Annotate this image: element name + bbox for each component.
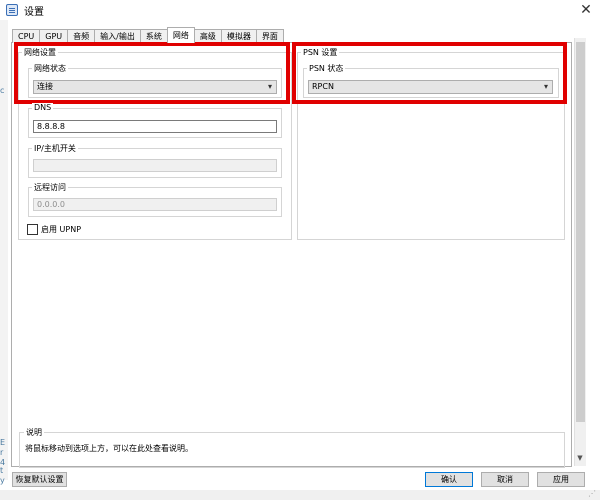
edge-char: c <box>0 86 5 95</box>
tab-gpu[interactable]: GPU <box>39 29 69 43</box>
psn-status-label: PSN 状态 <box>307 63 346 74</box>
scroll-down-icon[interactable]: ▼ <box>574 452 586 464</box>
dns-label: DNS <box>32 103 54 112</box>
edge-char: t <box>0 466 4 475</box>
psn-settings-title: PSN 设置 <box>301 47 340 58</box>
network-status-label: 网络状态 <box>32 63 68 74</box>
scrollbar-thumb[interactable] <box>576 42 585 422</box>
tab-system[interactable]: 系统 <box>139 29 168 43</box>
upnp-label: 启用 UPNP <box>41 225 82 234</box>
psn-status-value: RPCN <box>312 82 334 91</box>
description-title: 说明 <box>24 427 44 438</box>
tab-gui[interactable]: 界面 <box>255 29 284 43</box>
close-button[interactable]: ✕ <box>572 0 600 20</box>
network-status-value: 连接 <box>37 82 53 91</box>
network-settings-title: 网络设置 <box>22 47 58 58</box>
network-status-dropdown[interactable]: 连接 ▾ <box>33 80 277 94</box>
window-title: 设置 <box>24 7 44 18</box>
restore-defaults-button[interactable]: 恢复默认设置 <box>12 472 67 487</box>
ok-button[interactable]: 确认 <box>425 472 473 487</box>
dns-input[interactable]: 8.8.8.8 <box>33 120 277 133</box>
title-bar <box>0 0 600 20</box>
tab-bar: CPU GPU 音频 输入/输出 系统 网络 高级 模拟器 界面 <box>12 27 284 43</box>
remote-access-label: 远程访问 <box>32 182 68 193</box>
edge-char: E <box>0 438 6 447</box>
resize-grip-icon[interactable]: ⋰ <box>588 489 596 498</box>
app-icon <box>6 4 18 16</box>
chevron-down-icon: ▾ <box>267 82 272 91</box>
chevron-down-icon: ▾ <box>543 82 548 91</box>
ip-host-label: IP/主机开关 <box>32 143 78 154</box>
description-text: 将鼠标移动到选项上方，可以在此处查看说明。 <box>25 444 193 453</box>
apply-button[interactable]: 应用 <box>537 472 585 487</box>
psn-status-dropdown[interactable]: RPCN ▾ <box>308 80 553 94</box>
tab-io[interactable]: 输入/输出 <box>94 29 141 43</box>
remote-access-input[interactable]: 0.0.0.0 <box>33 198 277 211</box>
cancel-button[interactable]: 取消 <box>481 472 529 487</box>
upnp-checkbox[interactable] <box>27 224 38 235</box>
edge-char: y <box>0 476 5 485</box>
ip-host-input[interactable] <box>33 159 277 172</box>
edge-char: r <box>0 448 4 457</box>
tab-emulator[interactable]: 模拟器 <box>220 29 257 43</box>
tab-advanced[interactable]: 高级 <box>193 29 222 43</box>
tab-network[interactable]: 网络 <box>166 27 195 43</box>
tab-audio[interactable]: 音频 <box>67 29 96 43</box>
tab-cpu[interactable]: CPU <box>12 29 41 43</box>
status-bar <box>0 490 600 500</box>
